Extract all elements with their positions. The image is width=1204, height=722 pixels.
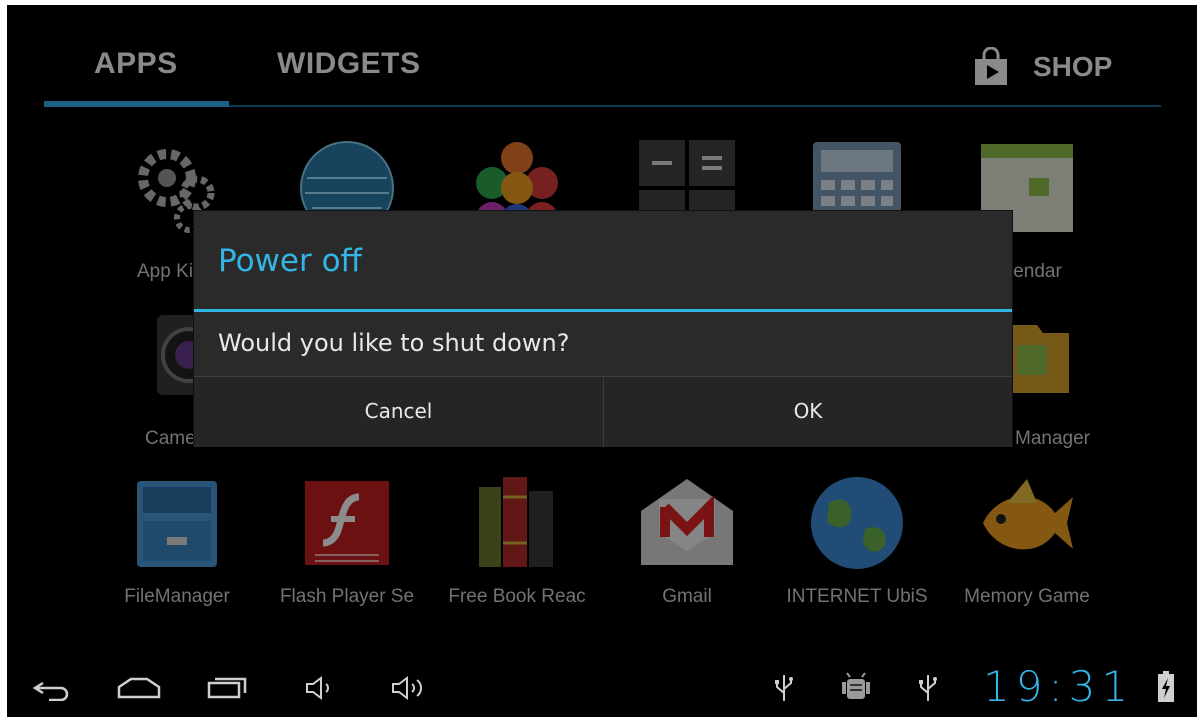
android-debug-icon xyxy=(842,672,870,699)
app-label: Memory Game xyxy=(964,586,1090,607)
app-filemanager[interactable]: FileManager xyxy=(97,473,257,608)
shop-label: SHOP xyxy=(1033,51,1113,82)
shop-bag-icon xyxy=(975,47,1007,85)
system-bar: 19:31 xyxy=(7,657,1197,717)
tab-selected-indicator xyxy=(44,101,229,107)
app-label: FileManager xyxy=(124,586,230,607)
volume-up-icon[interactable] xyxy=(391,675,427,701)
flash-icon xyxy=(305,481,389,565)
back-icon[interactable] xyxy=(31,679,71,701)
app-label: INTERNET UbiS xyxy=(786,586,928,607)
shop-button[interactable]: SHOP xyxy=(971,47,1112,87)
globe-icon xyxy=(811,477,903,569)
books-icon xyxy=(479,477,553,567)
app-free-book-reader[interactable]: Free Book Reac xyxy=(437,473,597,608)
gmail-icon xyxy=(641,479,733,565)
app-label: Gmail xyxy=(662,586,712,607)
fish-icon xyxy=(983,479,1073,550)
dialog-divider xyxy=(194,309,1012,312)
cancel-button[interactable]: Cancel xyxy=(194,377,604,447)
recents-icon[interactable] xyxy=(207,675,249,699)
ok-button[interactable]: OK xyxy=(604,377,1012,447)
file-cabinet-icon xyxy=(137,481,217,567)
dialog-title: Power off xyxy=(218,243,362,279)
screen: APPS WIDGETS SHOP App Ki lendar Came Man… xyxy=(7,5,1197,717)
app-label: Free Book Reac xyxy=(448,586,586,607)
app-internet[interactable]: INTERNET UbiS xyxy=(777,473,937,608)
app-label: Flash Player Se xyxy=(279,586,415,607)
dialog-button-bar: Cancel OK xyxy=(194,376,1012,447)
dialog-message: Would you like to shut down? xyxy=(218,329,570,357)
app-memory-game[interactable]: Memory Game xyxy=(947,473,1107,608)
home-icon[interactable] xyxy=(117,677,161,699)
volume-down-icon[interactable] xyxy=(305,675,335,701)
clock[interactable]: 19:31 xyxy=(983,662,1134,711)
usb-icon xyxy=(919,675,937,701)
battery-charging-icon xyxy=(1158,671,1174,702)
app-gmail[interactable]: Gmail xyxy=(607,473,767,608)
tab-apps[interactable]: APPS xyxy=(94,47,178,81)
usb-icon xyxy=(775,675,793,701)
tab-widgets[interactable]: WIDGETS xyxy=(277,47,421,81)
power-off-dialog: Power off Would you like to shut down? C… xyxy=(194,211,1012,447)
app-flash-player[interactable]: Flash Player Se xyxy=(267,473,427,608)
